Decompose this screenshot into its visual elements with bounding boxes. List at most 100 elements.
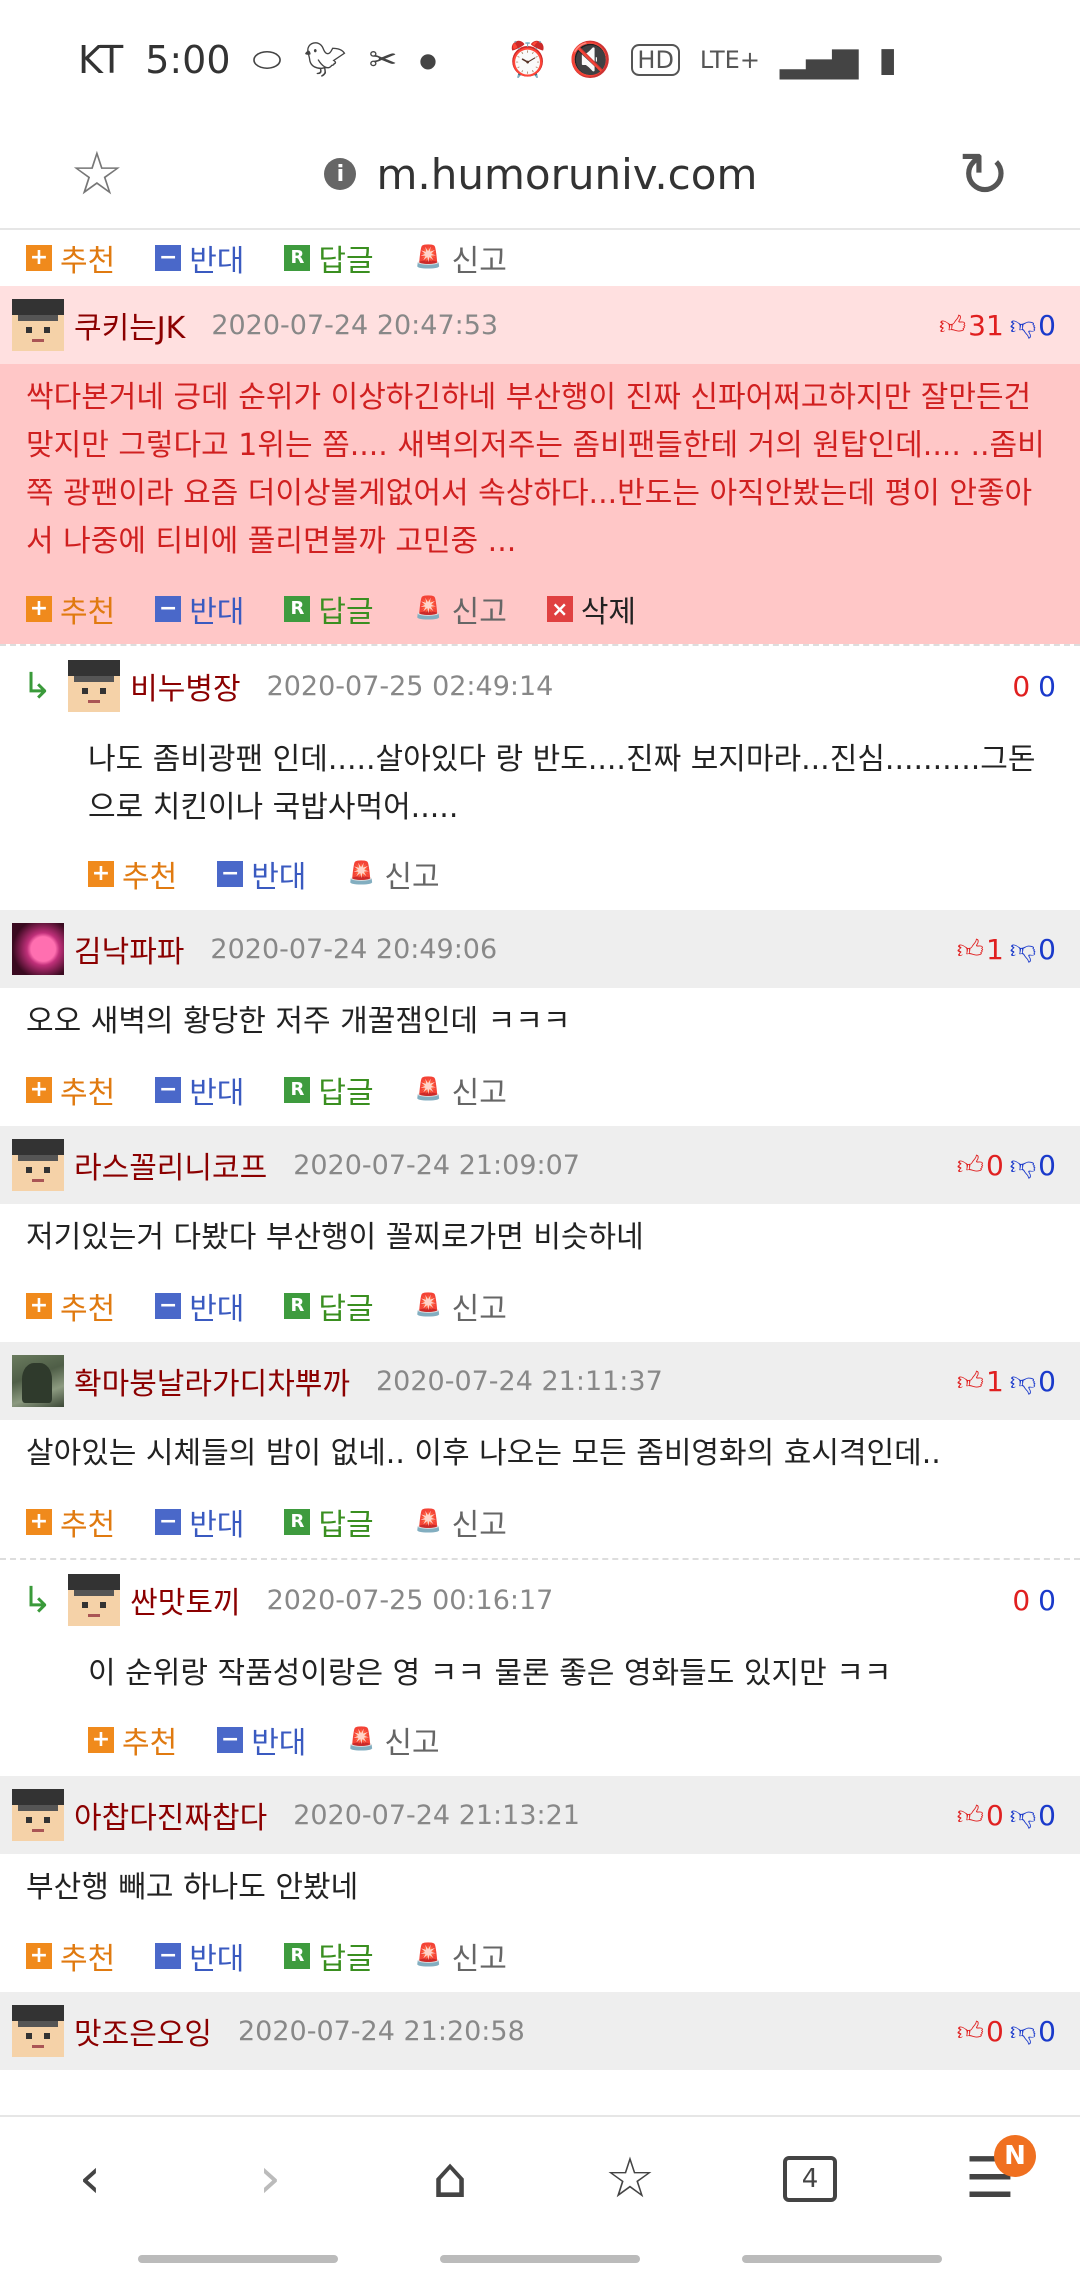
reply-button[interactable]: R 답글 [284, 1068, 374, 1112]
minus-icon: − [217, 861, 244, 887]
oppose-button[interactable]: − 반대 [155, 236, 244, 280]
avatar[interactable] [68, 660, 121, 712]
comment-date: 2020-07-24 21:20:58 [238, 2015, 525, 2047]
delete-button[interactable]: × 삭제 [546, 587, 636, 631]
avatar[interactable] [12, 923, 64, 975]
home-button[interactable]: ⌂ [390, 2129, 510, 2229]
minus-icon: − [155, 1077, 182, 1103]
thumbs-down-icon: 👎︎ [1009, 2016, 1037, 2047]
plus-icon: + [26, 1509, 52, 1535]
oppose-button[interactable]: − 반대 [155, 1934, 244, 1978]
report-button[interactable]: 🚨 신고 [414, 1068, 507, 1112]
comment-item: 쿠키는JK 2020-07-24 20:47:53 👍︎ 31 👎︎ 0 싹다본거네… [0, 286, 1080, 644]
tools-icon: ✂ [368, 40, 398, 80]
avatar[interactable] [12, 299, 64, 351]
recommend-button[interactable]: + 추천 [26, 236, 115, 280]
recommend-button[interactable]: + 추천 [88, 1718, 177, 1762]
reply-button[interactable]: R 답글 [284, 587, 374, 631]
down-count: 0 [1038, 932, 1056, 966]
oppose-button[interactable]: − 반대 [217, 852, 306, 896]
forward-button[interactable]: › [210, 2129, 330, 2229]
oppose-button[interactable]: − 반대 [155, 587, 244, 631]
reply-button[interactable]: R 답글 [284, 1934, 374, 1978]
reply-r-icon: R [284, 1293, 311, 1319]
menu-button[interactable]: ☰ N [930, 2129, 1050, 2229]
comment-date: 2020-07-25 00:16:17 [266, 1584, 554, 1616]
reply-button[interactable]: R 답글 [284, 1284, 374, 1328]
avatar[interactable] [68, 1574, 121, 1626]
comment-actions: + 추천 − 반대 R 답글 🚨 신고 [0, 1270, 1080, 1342]
down-count: 0 [1038, 2014, 1056, 2048]
nickname[interactable]: 싼맛토끼 [130, 1578, 240, 1622]
oppose-button[interactable]: − 반대 [155, 1500, 244, 1544]
nickname[interactable]: 아찹다진짜찹다 [74, 1793, 267, 1837]
siren-icon: 🚨 [414, 245, 443, 270]
recommend-button[interactable]: + 추천 [26, 1284, 115, 1328]
avatar[interactable] [12, 1789, 64, 1841]
oppose-button[interactable]: − 반대 [155, 1284, 244, 1328]
vote-counts: 👍︎ 1 👎︎ 0 [957, 910, 1056, 988]
recommend-button[interactable]: + 추천 [26, 1068, 115, 1112]
plus-icon: + [88, 861, 114, 887]
avatar[interactable] [12, 1139, 64, 1191]
nickname[interactable]: 쿠키는JK [74, 303, 185, 347]
report-button[interactable]: 🚨 신고 [414, 236, 507, 280]
nickname[interactable]: 라스꼴리니코프 [74, 1143, 267, 1187]
siren-icon: 🚨 [414, 1293, 443, 1318]
recommend-button[interactable]: + 추천 [26, 587, 115, 631]
up-count: 1 [985, 932, 1004, 966]
report-button[interactable]: 🚨 신고 [346, 1718, 440, 1762]
thumbs-down-icon: 👎︎ [1009, 1800, 1037, 1831]
report-button[interactable]: 🚨 신고 [414, 1500, 507, 1544]
recommend-button[interactable]: + 추천 [26, 1934, 115, 1978]
recommend-button[interactable]: + 추천 [26, 1500, 115, 1544]
chevron-left-icon: ‹ [78, 2146, 102, 2211]
vote-counts: 👍︎ 1 👎︎ 0 [957, 1342, 1056, 1420]
plus-icon: + [26, 1077, 52, 1103]
avatar[interactable] [12, 2005, 64, 2057]
gesture-bar-center [440, 2255, 640, 2263]
report-button[interactable]: 🚨 신고 [346, 852, 440, 896]
avatar[interactable] [12, 1355, 64, 1407]
comment-list: + 추천 − 반대 R 답글 🚨 신고 쿠키는JK 2020-07-24 20:47:5… [0, 230, 1080, 2115]
down-count: 0 [1038, 1798, 1056, 1832]
plus-icon: + [26, 1293, 52, 1319]
reply-r-icon: R [284, 245, 311, 271]
nickname[interactable]: 비누병장 [130, 664, 240, 708]
comment-date: 2020-07-24 21:11:37 [376, 1365, 663, 1397]
bookmark-star-icon[interactable]: ☆ [70, 139, 124, 209]
home-icon: ⌂ [432, 2146, 468, 2211]
refresh-icon[interactable]: ↻ [958, 138, 1010, 211]
url-text[interactable]: m.humoruniv.com [376, 150, 757, 199]
plus-icon: + [26, 596, 52, 622]
pill-icon: ⬭ [252, 40, 282, 80]
report-button[interactable]: 🚨 신고 [414, 587, 507, 631]
oppose-button[interactable]: − 반대 [155, 1068, 244, 1112]
up-count: 0 [985, 1148, 1004, 1182]
chevron-right-icon: › [258, 2146, 282, 2211]
down-count: 0 [1038, 308, 1056, 342]
report-button[interactable]: 🚨 신고 [414, 1934, 507, 1978]
reply-item: ↳ 비누병장 2020-07-25 02:49:14 0 0 나도 좀비광팬 인… [0, 644, 1080, 910]
nickname[interactable]: 확마붕날라가디차뿌까 [74, 1359, 350, 1403]
comment-item: 확마붕날라가디차뿌까 2020-07-24 21:11:37 👍︎ 1 👎︎ 0 살… [0, 1342, 1080, 1558]
back-button[interactable]: ‹ [30, 2129, 150, 2229]
recommend-button[interactable]: + 추천 [88, 852, 177, 896]
siren-icon: 🚨 [414, 1077, 443, 1102]
info-icon[interactable]: i [324, 158, 357, 190]
report-button[interactable]: 🚨 신고 [414, 1284, 507, 1328]
nickname[interactable]: 맛조은오잉 [74, 2009, 212, 2053]
minus-icon: − [217, 1727, 244, 1753]
comment-header: 김낙파파 2020-07-24 20:49:06 👍︎ 1 👎︎ 0 [0, 910, 1080, 988]
tab-count: 4 [801, 2163, 819, 2194]
reply-button[interactable]: R 답글 [284, 236, 374, 280]
nickname[interactable]: 김낙파파 [74, 927, 184, 971]
address-field[interactable]: i m.humoruniv.com [324, 150, 757, 199]
oppose-button[interactable]: − 반대 [217, 1718, 306, 1762]
tabs-button[interactable]: 4 [750, 2129, 870, 2229]
minus-icon: − [155, 596, 182, 622]
reply-button[interactable]: R 답글 [284, 1500, 374, 1544]
notification-badge: N [994, 2134, 1036, 2177]
bookmarks-button[interactable]: ☆ [570, 2129, 690, 2229]
thumbs-down-icon: 👎︎ [1009, 934, 1037, 965]
